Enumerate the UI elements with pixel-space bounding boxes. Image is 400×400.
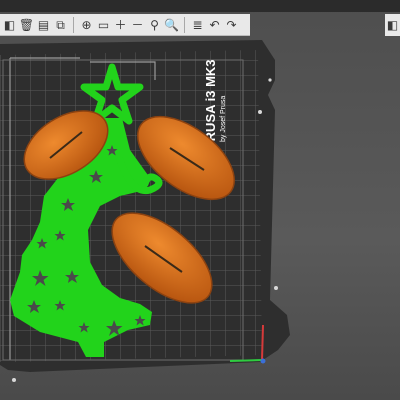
delete-icon: 🗑 [18, 17, 35, 32]
delete-button[interactable]: 🗑 [19, 16, 34, 34]
toolbar-separator [73, 16, 74, 33]
remove-instance-button[interactable]: － [130, 16, 145, 34]
copy-icon: ⊕ [81, 17, 92, 32]
search-button[interactable]: 🔍 [164, 16, 179, 34]
cube-icon: ◧ [386, 18, 399, 32]
undo-button[interactable]: ↶ [207, 16, 222, 34]
bed-brand-line2: by Josef Prusa [220, 96, 227, 142]
split-objects-icon: ⚲ [150, 17, 159, 32]
undo-icon: ↶ [209, 17, 220, 32]
paste-button[interactable]: ▭ [96, 16, 111, 34]
split-objects-button[interactable]: ⚲ [147, 16, 162, 34]
arrange-icon: ⧉ [56, 17, 65, 32]
redo-button[interactable]: ↷ [224, 16, 239, 34]
cube-button[interactable]: ◧ [2, 16, 17, 34]
3d-viewport[interactable]: PRUSA i3 MK3 by Josef Prusa [0, 0, 400, 400]
add-instance-icon: ＋ [114, 17, 127, 32]
layers-button[interactable]: ≣ [190, 16, 205, 34]
viewport-toolbar: ◧ 🗑 ▤ ⧉ ⊕ ▭ ＋ － ⚲ 🔍 ≣ ↶ ↷ [0, 14, 250, 36]
copy-button[interactable]: ⊕ [79, 16, 94, 34]
delete-all-button[interactable]: ▤ [36, 16, 51, 34]
remove-instance-icon: － [131, 17, 144, 32]
scene-canvas[interactable]: PRUSA i3 MK3 by Josef Prusa [0, 0, 400, 400]
layers-icon: ≣ [192, 17, 203, 32]
add-instance-button[interactable]: ＋ [113, 16, 128, 34]
search-icon: 🔍 [164, 17, 179, 32]
paste-icon: ▭ [97, 17, 110, 32]
toolbar-separator [184, 16, 185, 33]
arrange-button[interactable]: ⧉ [53, 16, 68, 34]
cube-icon: ◧ [3, 17, 16, 32]
window-top-bar [0, 0, 400, 12]
delete-all-icon: ▤ [37, 17, 50, 32]
right-tool-button[interactable]: ◧ [385, 14, 400, 36]
redo-icon: ↷ [226, 17, 237, 32]
